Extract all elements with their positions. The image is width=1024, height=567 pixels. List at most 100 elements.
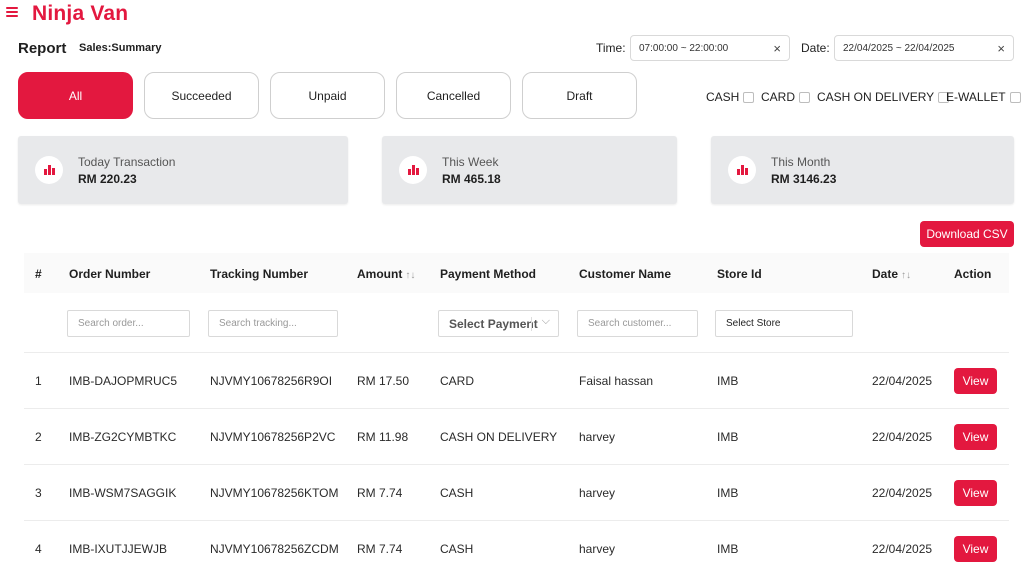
table-header: # Order Number Tracking Number Amount ↑↓ …: [24, 253, 1009, 293]
col-payment-method: Payment Method: [440, 267, 537, 281]
today-transaction-card: Today Transaction RM 220.23: [18, 136, 348, 204]
card-label: This Week: [442, 155, 499, 169]
page-title: Report: [18, 40, 67, 57]
filter-ewallet-label: E-WALLET: [946, 90, 1006, 104]
card-amount: RM 220.23: [78, 172, 137, 186]
date-range-field[interactable]: 22/04/2025 ~ 22/04/2025 ×: [834, 35, 1014, 61]
date: 22/04/2025: [872, 486, 933, 500]
this-month-card: This Month RM 3146.23: [711, 136, 1014, 204]
col-amount-label: Amount: [357, 267, 403, 281]
payment-method: CARD: [440, 374, 475, 388]
view-button[interactable]: View: [954, 480, 997, 506]
payment-method-select[interactable]: Select Payment ⌵: [438, 310, 559, 337]
amount: RM 11.98: [357, 430, 409, 444]
tab-unpaid[interactable]: Unpaid: [270, 72, 385, 119]
brand-logo: Ninja Van: [32, 2, 129, 25]
tab-all[interactable]: All: [18, 72, 133, 119]
table-row: 3 IMB-WSM7SAGGIK NJVMY10678256KTOM RM 7.…: [24, 465, 1009, 521]
search-tracking-input[interactable]: Search tracking...: [208, 310, 338, 337]
col-date[interactable]: Date ↑↓: [872, 267, 911, 281]
filter-cash[interactable]: CASH: [706, 90, 755, 104]
bar-chart-icon: [399, 156, 427, 184]
time-range-value: 07:00:00 ~ 22:00:00: [639, 43, 729, 54]
card-label: Today Transaction: [78, 155, 176, 169]
checkbox[interactable]: [743, 91, 755, 103]
card-amount: RM 3146.23: [771, 172, 837, 186]
amount: RM 7.74: [357, 486, 403, 500]
card-label: This Month: [771, 155, 831, 169]
chevron-down-icon: ⌵: [541, 315, 550, 327]
col-tracking-number: Tracking Number: [210, 267, 309, 281]
download-csv-button[interactable]: Download CSV: [920, 221, 1014, 247]
filter-card-label: CARD: [761, 90, 796, 104]
checkbox[interactable]: [799, 91, 811, 103]
tracking-number: NJVMY10678256R9OI: [210, 374, 333, 388]
page-subtitle: Sales:Summary: [79, 42, 162, 54]
order-number: IMB-WSM7SAGGIK: [69, 486, 177, 500]
filter-cod-label: CASH ON DELIVERY: [817, 90, 935, 104]
date-range-value: 22/04/2025 ~ 22/04/2025: [843, 43, 955, 54]
date: 22/04/2025: [872, 374, 933, 388]
payment-select-value: Select Payment: [449, 316, 538, 331]
tracking-number: NJVMY10678256ZCDM: [210, 542, 339, 556]
col-action: Action: [954, 267, 992, 281]
clear-time-icon[interactable]: ×: [773, 41, 781, 56]
payment-method: CASH ON DELIVERY: [440, 430, 558, 444]
sort-icon[interactable]: ↑↓: [901, 270, 911, 281]
amount: RM 7.74: [357, 542, 403, 556]
filter-e-wallet[interactable]: E-WALLET: [946, 90, 1021, 104]
tab-cancelled[interactable]: Cancelled: [396, 72, 511, 119]
store-id: IMB: [717, 486, 739, 500]
col-order-number: Order Number: [69, 267, 151, 281]
date: 22/04/2025: [872, 430, 933, 444]
filter-cash-label: CASH: [706, 90, 740, 104]
table-row: 1 IMB-DAJOPMRUC5 NJVMY10678256R9OI RM 17…: [24, 353, 1009, 409]
tab-draft[interactable]: Draft: [522, 72, 637, 119]
row-index: 3: [35, 486, 42, 500]
table-row: 2 IMB-ZG2CYMBTKC NJVMY10678256P2VC RM 11…: [24, 409, 1009, 465]
tracking-number: NJVMY10678256P2VC: [210, 430, 336, 444]
date: 22/04/2025: [872, 542, 933, 556]
hamburger-menu-icon[interactable]: [4, 4, 20, 20]
order-number: IMB-IXUTJJEWJB: [69, 542, 167, 556]
customer-name: Faisal hassan: [579, 374, 654, 388]
customer-name: harvey: [579, 542, 616, 556]
row-index: 2: [35, 430, 42, 444]
filter-cash-on-delivery[interactable]: CASH ON DELIVERY: [817, 90, 950, 104]
search-customer-input[interactable]: Search customer...: [577, 310, 698, 337]
filter-card[interactable]: CARD: [761, 90, 811, 104]
col-amount[interactable]: Amount ↑↓: [357, 267, 415, 281]
filter-row: Search order... Search tracking... Selec…: [24, 293, 1009, 353]
col-date-label: Date: [872, 267, 899, 281]
view-button[interactable]: View: [954, 368, 997, 394]
date-label: Date:: [801, 41, 830, 55]
store-id: IMB: [717, 374, 739, 388]
checkbox[interactable]: [1009, 91, 1021, 103]
this-week-card: This Week RM 465.18: [382, 136, 677, 204]
time-range-field[interactable]: 07:00:00 ~ 22:00:00 ×: [630, 35, 790, 61]
search-order-input[interactable]: Search order...: [67, 310, 190, 337]
row-index: 1: [35, 374, 42, 388]
payment-method: CASH: [440, 486, 474, 500]
tab-succeeded[interactable]: Succeeded: [144, 72, 259, 119]
view-button[interactable]: View: [954, 424, 997, 450]
store-id: IMB: [717, 542, 739, 556]
card-amount: RM 465.18: [442, 172, 501, 186]
clear-date-icon[interactable]: ×: [997, 41, 1005, 56]
time-label: Time:: [596, 41, 626, 55]
customer-name: harvey: [579, 486, 616, 500]
view-button[interactable]: View: [954, 536, 997, 562]
order-number: IMB-DAJOPMRUC5: [69, 374, 178, 388]
store-select[interactable]: Select Store: [715, 310, 853, 337]
order-number: IMB-ZG2CYMBTKC: [69, 430, 177, 444]
bar-chart-icon: [728, 156, 756, 184]
table-row: 4 IMB-IXUTJJEWJB NJVMY10678256ZCDM RM 7.…: [24, 521, 1009, 567]
col-customer-name: Customer Name: [579, 267, 672, 281]
sort-icon[interactable]: ↑↓: [405, 270, 415, 281]
row-index: 4: [35, 542, 42, 556]
bar-chart-icon: [35, 156, 63, 184]
amount: RM 17.50: [357, 374, 410, 388]
payment-method: CASH: [440, 542, 474, 556]
store-id: IMB: [717, 430, 739, 444]
top-bar: Ninja Van: [0, 0, 1024, 28]
